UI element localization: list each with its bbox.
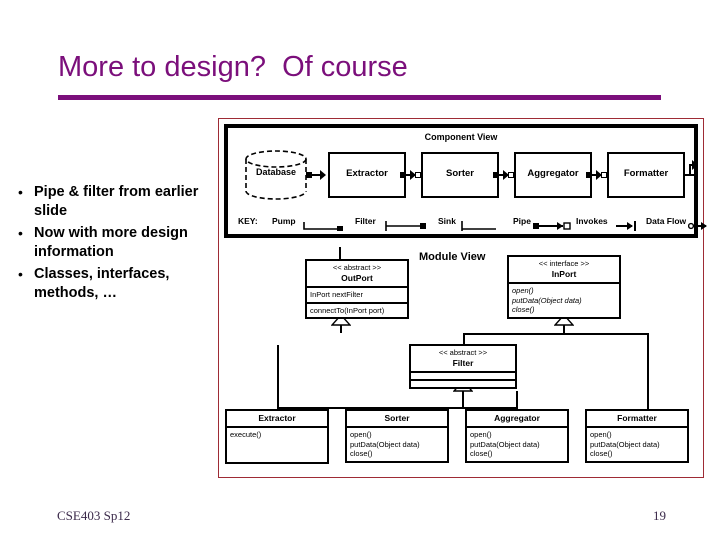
uml-class-filter: << abstract >> Filter (409, 344, 517, 389)
uml-class-header: Extractor (227, 411, 327, 426)
bullet-marker: • (18, 266, 23, 282)
uml-class-name: Aggregator (494, 413, 540, 423)
uml-operation: open() (512, 286, 534, 295)
filter-glyph-icon (385, 221, 426, 231)
uml-class-extractor: Extractor execute() (225, 409, 329, 464)
connector-line (516, 391, 518, 409)
architecture-diagram-image: Component View Database Extractor Sorter (218, 118, 707, 478)
uml-operation: execute() (230, 430, 262, 439)
bullet-text: Classes, interfaces, methods, … (34, 266, 170, 301)
uml-class-name: OutPort (341, 273, 373, 283)
component-extractor: Extractor (328, 152, 406, 198)
uml-class-sorter: Sorter open() putData(Object data) close… (345, 409, 449, 463)
component-view-panel: Component View Database Extractor Sorter (224, 124, 707, 238)
connector-line (463, 333, 649, 335)
pump-glyph-icon (303, 222, 343, 231)
uml-class-outport: << abstract >> OutPort InPort nextFilter… (305, 259, 409, 319)
uml-stereotype: << interface >> (538, 259, 590, 268)
uml-operation: open() (350, 430, 372, 439)
uml-class-header: << interface >> InPort (509, 257, 619, 282)
key-item-filter: Filter (355, 216, 376, 226)
page-title: More to design? Of course (58, 51, 408, 83)
uml-operation: putData(Object data) (350, 439, 420, 449)
footer-page-number: 19 (653, 508, 666, 523)
uml-class-name: Formatter (617, 413, 657, 423)
title-divider (58, 95, 661, 100)
component-label: Aggregator (527, 168, 579, 179)
uml-class-header: Aggregator (467, 411, 567, 426)
pipe-glyph-icon (533, 222, 571, 230)
list-item: • Pipe & filter from earlier slide (14, 183, 214, 221)
component-sorter: Sorter (421, 152, 499, 198)
database-label: Database (255, 167, 297, 177)
data-flow-glyph-icon (688, 222, 707, 230)
invokes-glyph-icon (616, 221, 636, 231)
uml-class-header: << abstract >> Filter (411, 346, 515, 371)
bullet-list: • Pipe & filter from earlier slide • Now… (14, 183, 214, 306)
uml-class-inport: << interface >> InPort open() putData(Ob… (507, 255, 621, 319)
uml-class-name: Filter (452, 358, 474, 368)
uml-operations (411, 381, 515, 387)
component-label: Extractor (346, 168, 388, 179)
uml-stereotype: << abstract >> (332, 263, 382, 272)
uml-class-aggregator: Aggregator open() putData(Object data) c… (465, 409, 569, 463)
connector-line (277, 345, 279, 409)
connector-line (277, 345, 279, 349)
uml-class-header: Sorter (347, 411, 447, 426)
connector-arrow-icon (692, 160, 698, 170)
uml-operations: open() putData(Object data) close() (509, 284, 619, 317)
bullet-marker: • (18, 184, 23, 200)
footer-course-label: CSE403 Sp12 (57, 508, 131, 523)
uml-operation: close() (512, 305, 535, 314)
uml-class-name: Extractor (258, 413, 296, 423)
connector-line (340, 325, 342, 333)
uml-class-name: InPort (551, 269, 577, 279)
key-item-invokes: Invokes (576, 216, 608, 226)
component-label: Sorter (446, 168, 474, 179)
uml-class-header: << abstract >> OutPort (307, 261, 407, 286)
uml-attribute: InPort nextFilter (310, 290, 363, 299)
connector-line (647, 333, 649, 409)
key-item-pipe: Pipe (513, 216, 531, 226)
bullet-marker: • (18, 225, 23, 241)
bullet-text: Now with more design information (34, 225, 188, 260)
uml-operations: connectTo(InPort port) (307, 304, 407, 318)
uml-operation: close() (350, 449, 373, 458)
key-label: KEY: (238, 216, 258, 226)
component-view-key: KEY: Pump Filter Sink Pipe Invokes Data … (238, 212, 707, 234)
uml-operation: open() (590, 430, 612, 439)
list-item: • Classes, interfaces, methods, … (14, 265, 214, 303)
uml-operations: open() putData(Object data) close() (467, 428, 567, 461)
module-view-title: Module View (419, 251, 486, 263)
uml-operations: open() putData(Object data) close() (347, 428, 447, 461)
bullet-text: Pipe & filter from earlier slide (34, 184, 199, 219)
sink-glyph-icon (461, 221, 496, 231)
uml-operation: close() (470, 449, 493, 458)
component-aggregator: Aggregator (514, 152, 592, 198)
uml-class-header: Formatter (587, 411, 687, 426)
key-item-pump: Pump (272, 216, 296, 226)
list-item: • Now with more design information (14, 224, 214, 262)
uml-class-formatter: Formatter open() putData(Object data) cl… (585, 409, 689, 463)
connector-arrow-icon (320, 170, 326, 180)
uml-operations: open() putData(Object data) close() (587, 428, 687, 461)
uml-operations: execute() (227, 428, 327, 462)
component-label: Formatter (623, 168, 669, 179)
uml-operation: connectTo(InPort port) (310, 305, 385, 315)
uml-operation: putData(Object data) (470, 439, 540, 449)
uml-stereotype: << abstract >> (438, 348, 488, 357)
uml-operation: putData(Object data) (512, 295, 582, 305)
uml-class-name: Sorter (384, 413, 410, 423)
uml-operation: putData(Object data) (590, 439, 660, 449)
uml-attributes: InPort nextFilter (307, 288, 407, 302)
uml-operation: close() (590, 449, 613, 458)
component-view-title: Component View (424, 132, 498, 142)
connector-line (339, 247, 341, 259)
key-item-sink: Sink (438, 216, 456, 226)
key-item-data-flow: Data Flow (646, 216, 687, 226)
uml-operation: open() (470, 430, 492, 439)
component-formatter: Formatter (607, 152, 685, 198)
